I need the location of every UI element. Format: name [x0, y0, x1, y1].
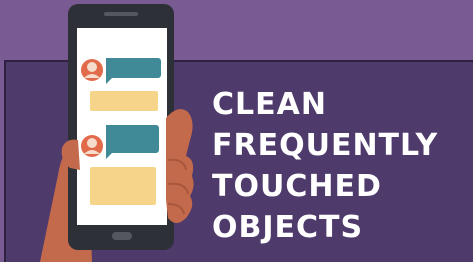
headline-line-clean: CLEAN	[212, 87, 327, 122]
avatar-icon	[81, 135, 103, 157]
avatar-icon	[81, 59, 103, 81]
headline-line-objects: OBJECTS	[212, 210, 364, 245]
chat-bubble-icon	[90, 91, 158, 111]
chat-bubble-icon	[90, 167, 156, 205]
headline-line-touched: TOUCHED	[212, 169, 382, 204]
headline: CLEAN FREQUENTLY TOUCHED OBJECTS	[212, 84, 467, 248]
headline-line-frequently: FREQUENTLY	[212, 128, 439, 163]
